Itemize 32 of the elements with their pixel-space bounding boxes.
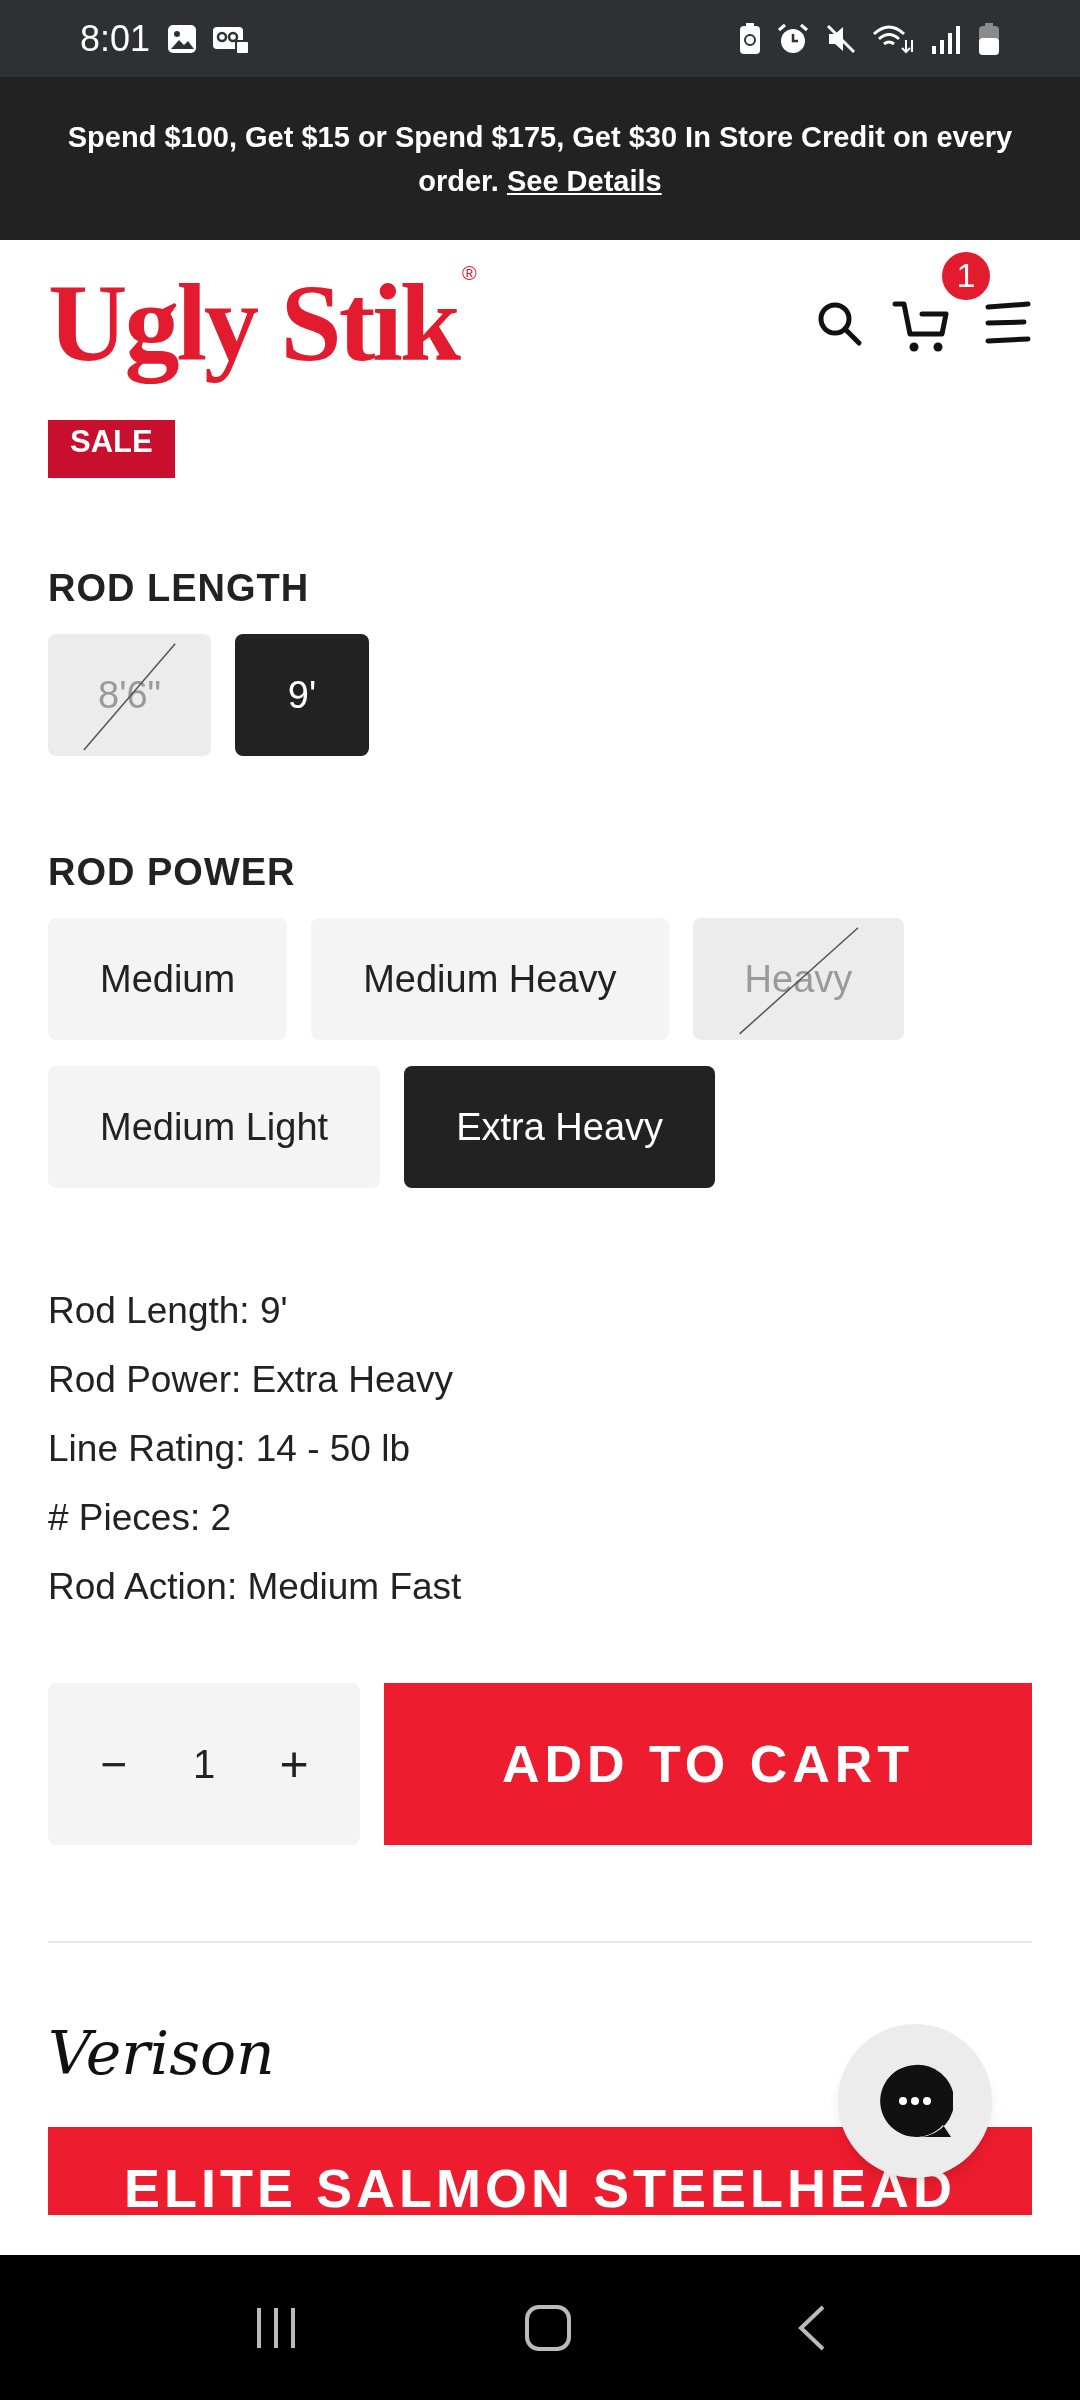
battery-saver-icon xyxy=(738,21,762,56)
increase-button[interactable]: + xyxy=(264,1726,324,1802)
promo-text: Spend $100, Get $15 or Spend $175, Get $30 In Store Credit on every order. See Details xyxy=(66,119,1014,199)
alarm-icon xyxy=(776,21,810,56)
option-button[interactable]: 9' xyxy=(235,634,369,756)
spec-line: Rod Length: 9' xyxy=(48,1289,289,1333)
spec-line: Line Rating: 14 - 50 lb xyxy=(48,1427,411,1471)
product-banner: ELITE SALMON STEELHEAD xyxy=(48,2127,1032,2215)
option-group-label: ROD POWER xyxy=(48,850,297,894)
option-button[interactable]: Medium Light xyxy=(48,1066,381,1188)
option-button[interactable]: Extra Heavy xyxy=(404,1066,716,1188)
battery-icon xyxy=(978,21,1000,56)
quantity-stepper[interactable]: − 1 + xyxy=(48,1683,360,1845)
status-time: 8:01 xyxy=(80,16,151,61)
logo[interactable]: Ugly Stik® xyxy=(48,257,477,388)
chat-bubble-icon xyxy=(877,2063,953,2139)
spec-line: # Pieces: 2 xyxy=(48,1496,233,1540)
option-button[interactable]: Medium Heavy xyxy=(311,918,669,1040)
home-icon[interactable] xyxy=(524,2303,572,2352)
option-group-label: ROD LENGTH xyxy=(48,566,311,610)
decrease-button[interactable]: − xyxy=(84,1729,144,1799)
sale-badge: SALE xyxy=(48,420,175,478)
add-to-cart-button[interactable]: ADD TO CART xyxy=(384,1683,1032,1845)
see-details-link[interactable]: See Details xyxy=(506,164,662,197)
quantity-value: 1 xyxy=(192,1741,216,1788)
cart-count-badge: 1 xyxy=(942,251,990,300)
menu-icon[interactable] xyxy=(984,300,1032,345)
section-title: Verison xyxy=(47,2017,276,2090)
option-button[interactable]: Medium xyxy=(48,918,288,1040)
spec-line: Rod Action: Medium Fast xyxy=(48,1565,463,1609)
image-icon xyxy=(166,22,199,55)
spec-line: Rod Power: Extra Heavy xyxy=(48,1358,455,1402)
